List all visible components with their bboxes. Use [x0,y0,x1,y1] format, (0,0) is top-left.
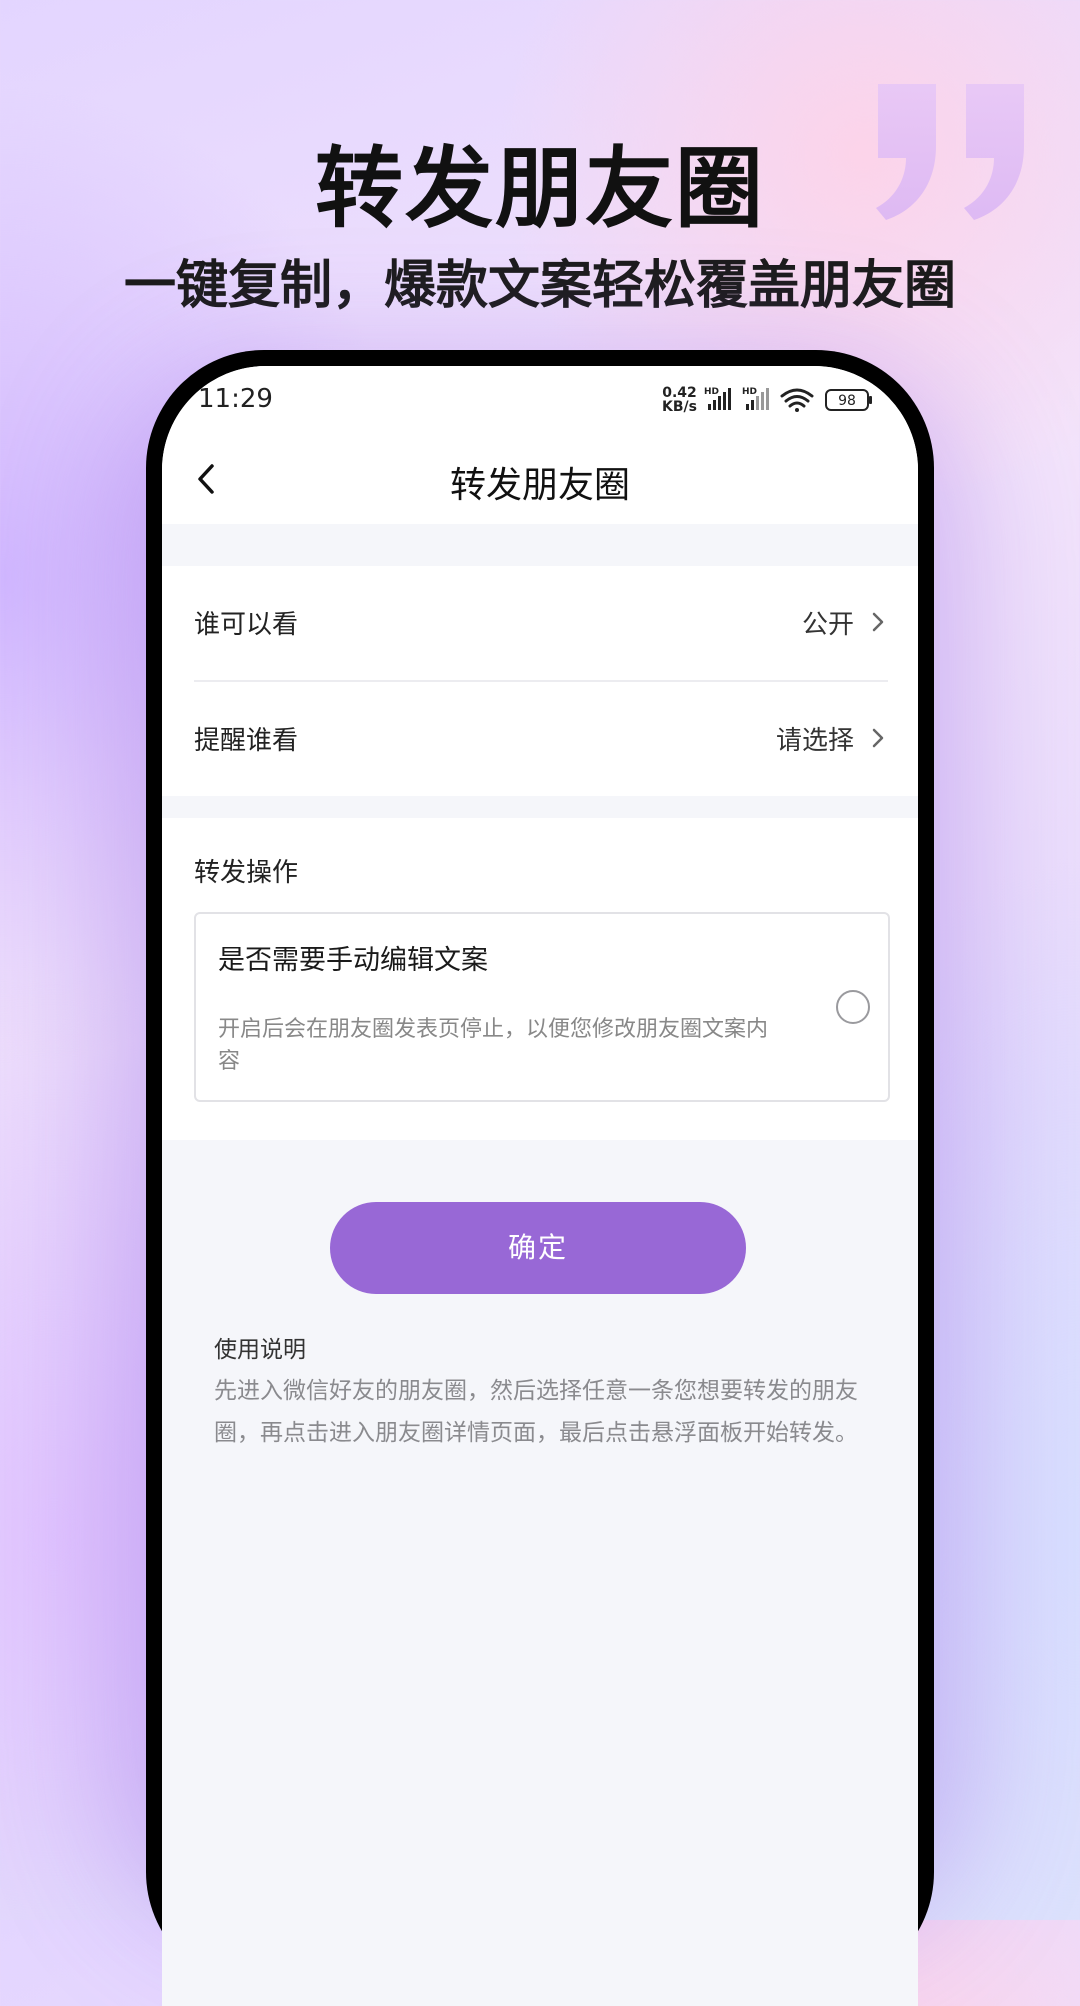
page-title: 转发朋友圈 [449,465,630,506]
wifi-icon [780,388,814,412]
instructions-body: 先进入微信好友的朋友圈，然后选择任意一条您想要转发的朋友圈，再点击进入朋友圈详情… [214,1378,858,1446]
manual-edit-radio[interactable] [836,990,870,1024]
setting-value: 公开 [801,610,854,640]
option-title: 是否需要手动编辑文案 [218,945,488,976]
confirm-button[interactable]: 确定 [330,1202,746,1294]
network-speed-value: 0.42 [662,385,697,401]
status-time: 11:29 [198,384,273,414]
setting-value: 请选择 [775,726,854,756]
signal-label-2: HD [742,387,757,397]
signal-icon-2: HD [742,387,769,410]
chevron-right-icon [872,612,884,632]
setting-label: 提醒谁看 [194,726,299,756]
chevron-right-icon [872,728,884,748]
setting-row-remind[interactable]: 提醒谁看 请选择 [194,682,888,796]
phone-frame: 11:29 0.42 KB/s HD HD 98 转发朋友圈 谁可以看 公开 提… [146,350,934,2006]
quote-mark-icon [876,84,1024,220]
status-icons: HD HD 98 [704,387,872,412]
battery-icon: 98 [825,389,872,411]
status-bar: 11:29 0.42 KB/s HD HD 98 [162,366,918,434]
section-heading: 转发操作 [194,858,299,888]
hero-subtitle: 一键复制，爆款文案轻松覆盖朋友圈 [123,256,956,316]
manual-edit-option[interactable]: 是否需要手动编辑文案 开启后会在朋友圈发表页停止，以便您修改朋友圈文案内容 [194,912,890,1102]
network-speed-unit: KB/s [662,399,697,415]
signal-icon-1: HD [704,387,731,410]
instructions-title: 使用说明 [214,1337,306,1363]
nav-bar: 转发朋友圈 [162,434,918,524]
settings-card: 谁可以看 公开 提醒谁看 请选择 [162,566,918,796]
setting-row-visibility[interactable]: 谁可以看 公开 [194,566,888,680]
battery-level: 98 [838,393,856,409]
signal-label-1: HD [704,387,719,397]
network-speed: 0.42 KB/s [662,386,697,414]
setting-label: 谁可以看 [194,610,299,640]
phone-screen: 11:29 0.42 KB/s HD HD 98 转发朋友圈 谁可以看 公开 提… [162,366,918,2006]
option-description: 开启后会在朋友圈发表页停止，以便您修改朋友圈文案内容 [218,1017,769,1074]
forward-ops-card: 转发操作 是否需要手动编辑文案 开启后会在朋友圈发表页停止，以便您修改朋友圈文案… [162,818,918,1140]
